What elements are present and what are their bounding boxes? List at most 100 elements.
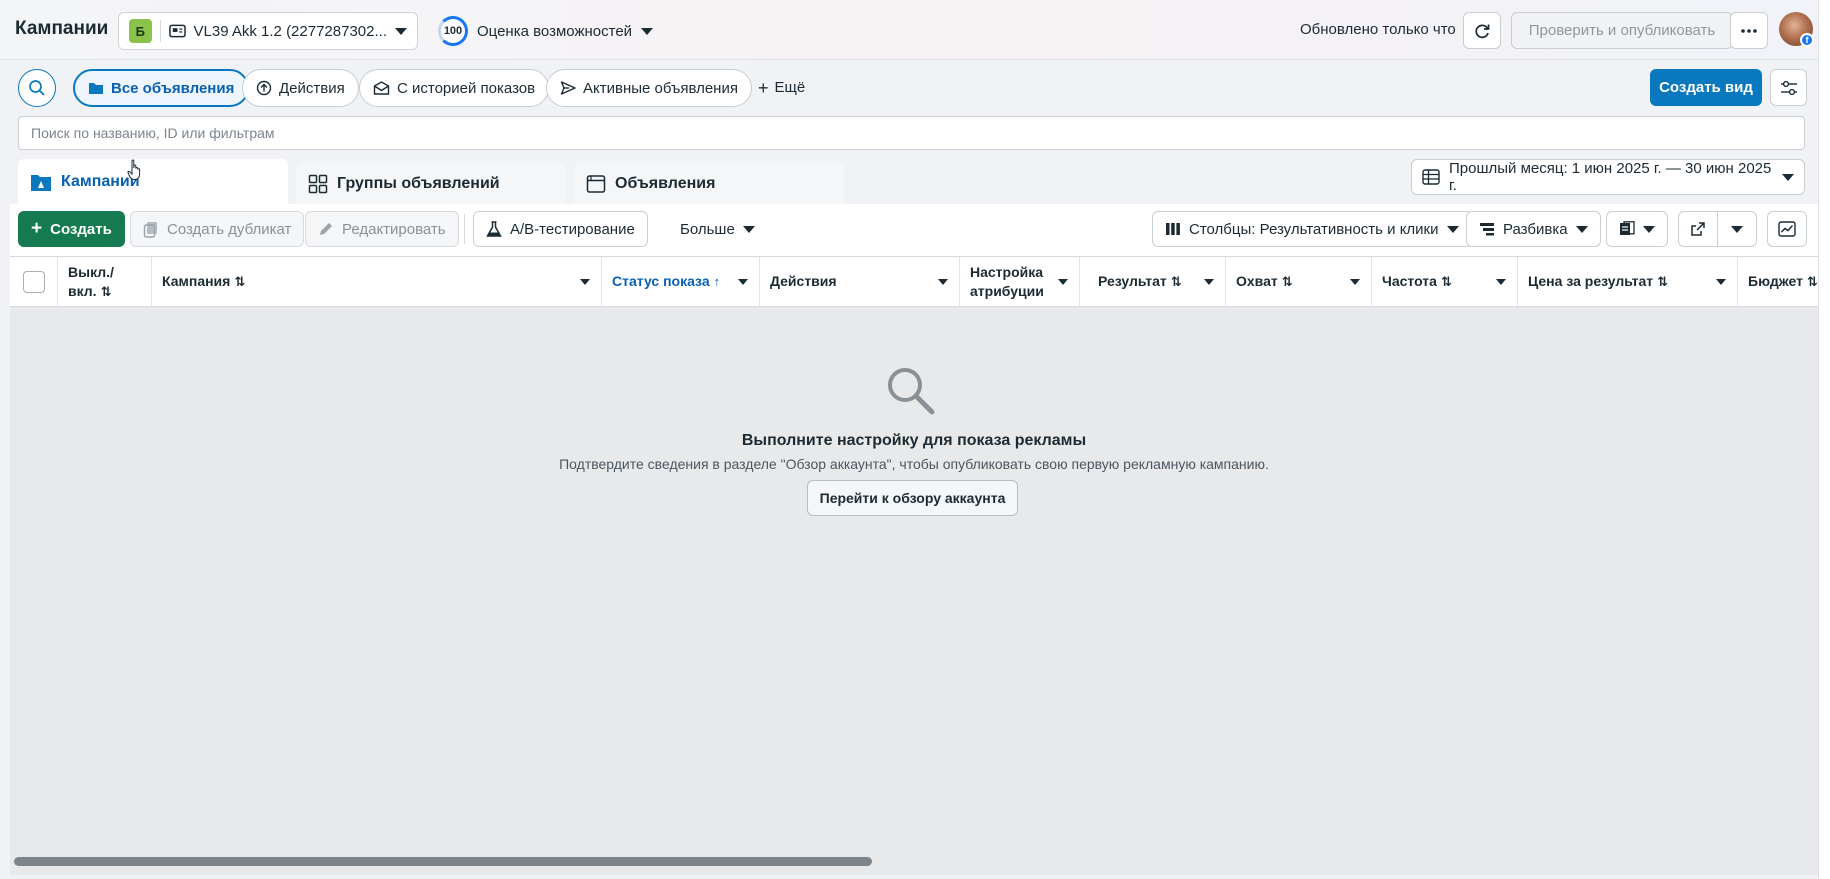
empty-state-title: Выполните настройку для показа рекламы xyxy=(741,432,1087,449)
account-selector[interactable]: Б VL39 Akk 1.2 (2277287302... xyxy=(118,12,418,50)
column-header-attribution[interactable]: Настройка атрибуции xyxy=(960,257,1080,306)
sort-icon: ⇅ xyxy=(1806,274,1818,289)
column-label: Бюджет xyxy=(1748,273,1803,289)
more-actions-button[interactable]: Больше xyxy=(668,211,767,247)
external-link-icon xyxy=(1691,222,1705,236)
column-menu-icon[interactable] xyxy=(738,279,748,285)
column-menu-icon[interactable] xyxy=(1350,279,1360,285)
ad-sets-grid-icon xyxy=(308,174,328,193)
chip-actions[interactable]: Действия xyxy=(242,69,359,107)
export-button[interactable] xyxy=(1678,211,1718,247)
scrollbar-thumb[interactable] xyxy=(14,857,872,866)
review-publish-button[interactable]: Проверить и опубликовать xyxy=(1511,12,1733,49)
create-button[interactable]: + Создать xyxy=(18,211,125,247)
export-options-button[interactable] xyxy=(1717,211,1757,247)
tab-ads[interactable]: Объявления xyxy=(574,163,844,204)
table-header: Выкл./ вкл. ⇅ Кампания ⇅ Статус показа ↑ Де… xyxy=(10,256,1818,307)
chevron-down-icon xyxy=(1446,225,1459,233)
sort-icon: ⇅ xyxy=(1281,274,1293,289)
create-label: Создать xyxy=(50,220,112,238)
column-menu-icon[interactable] xyxy=(580,279,590,285)
updated-status: Обновлено только что xyxy=(1300,21,1456,38)
duplicate-button[interactable]: Создать дубликат xyxy=(130,211,305,247)
chevron-down-icon xyxy=(1643,225,1655,233)
column-label: Охват xyxy=(1236,273,1278,289)
column-menu-icon[interactable] xyxy=(1058,279,1068,285)
column-label: Цена за результат xyxy=(1528,273,1654,289)
sort-icon: ⇅ xyxy=(234,274,246,289)
chip-label: Действия xyxy=(279,79,345,97)
column-label: Статус показа xyxy=(612,273,710,289)
duplicate-icon xyxy=(143,221,157,238)
ab-test-button[interactable]: A/B-тестирование xyxy=(473,211,648,247)
column-menu-icon[interactable] xyxy=(1716,279,1726,285)
column-header-budget[interactable]: Бюджет ⇅ xyxy=(1738,257,1818,306)
reports-button[interactable] xyxy=(1606,211,1668,247)
pencil-icon xyxy=(320,223,332,235)
opportunity-score-button[interactable]: 100 Оценка возможностей xyxy=(438,16,654,46)
column-menu-icon[interactable] xyxy=(1496,279,1506,285)
search-toggle-button[interactable] xyxy=(18,69,56,107)
chip-all-ads[interactable]: Все объявления xyxy=(73,69,250,107)
column-header-cost-per-result[interactable]: Цена за результат ⇅ xyxy=(1518,257,1738,306)
select-all-cell xyxy=(10,257,58,306)
columns-button[interactable]: Столбцы: Результативность и клики xyxy=(1152,211,1472,247)
edit-button[interactable]: Редактировать xyxy=(305,211,459,247)
column-header-result[interactable]: Результат ⇅ xyxy=(1080,257,1226,306)
search-input[interactable] xyxy=(18,116,1805,150)
top-header: Кампании Б VL39 Akk 1.2 (2277287302... 1… xyxy=(0,0,1818,60)
chip-label: С историей показов xyxy=(397,79,536,97)
column-header-campaign[interactable]: Кампания ⇅ xyxy=(152,257,602,306)
ad-account-icon xyxy=(168,24,186,38)
column-header-delivery-status[interactable]: Статус показа ↑ xyxy=(602,257,760,306)
horizontal-scrollbar[interactable] xyxy=(14,855,1814,867)
select-all-checkbox[interactable] xyxy=(22,270,45,293)
empty-state: Выполните настройку для показа рекламы П… xyxy=(10,308,1818,608)
create-view-button[interactable]: Создать вид xyxy=(1650,69,1762,106)
divider xyxy=(159,20,161,42)
chip-active-ads[interactable]: Активные объявления xyxy=(546,69,752,107)
page-vertical-scrollbar[interactable] xyxy=(1818,0,1830,879)
chip-label: Активные объявления xyxy=(583,79,738,97)
column-menu-icon[interactable] xyxy=(938,279,948,285)
account-name: VL39 Akk 1.2 (2277287302... xyxy=(193,22,387,40)
chevron-down-icon xyxy=(742,225,755,233)
arrow-up-circle-icon xyxy=(256,80,272,96)
refresh-button[interactable] xyxy=(1463,12,1501,49)
trend-chart-icon xyxy=(1778,221,1796,237)
chevron-down-icon xyxy=(1782,173,1794,181)
toolbar-divider xyxy=(464,214,465,244)
more-filters-button[interactable]: + Ещё xyxy=(758,79,806,97)
tab-campaigns[interactable]: Кампании xyxy=(18,159,288,204)
chip-delivery-history[interactable]: С историей показов xyxy=(359,69,550,107)
chevron-down-icon xyxy=(1575,225,1588,233)
charts-button[interactable] xyxy=(1767,211,1807,247)
column-label: Действия xyxy=(770,273,837,289)
tab-ad-sets[interactable]: Группы объявлений xyxy=(296,163,566,204)
sort-icon: ⇅ xyxy=(1657,274,1668,289)
column-header-reach[interactable]: Охват ⇅ xyxy=(1226,257,1372,306)
column-menu-icon[interactable] xyxy=(1204,279,1214,285)
view-settings-button[interactable] xyxy=(1770,69,1807,106)
campaigns-panel: + Создать Создать дубликат Редактировать… xyxy=(10,204,1818,875)
sort-icon: ⇅ xyxy=(1440,274,1452,289)
date-range-picker[interactable]: Прошлый месяц: 1 июн 2025 г. — 30 июн 20… xyxy=(1411,159,1805,195)
chip-label: Все объявления xyxy=(111,79,235,97)
tab-label: Группы объявлений xyxy=(337,174,500,192)
breakdown-label: Разбивка xyxy=(1503,220,1568,238)
account-badge: Б xyxy=(129,19,152,43)
table-toolbar: + Создать Создать дубликат Редактировать… xyxy=(10,204,1818,256)
flask-icon xyxy=(486,220,502,237)
account-overview-button[interactable]: Перейти к обзору аккаунта xyxy=(807,480,1018,516)
breakdown-button[interactable]: Разбивка xyxy=(1466,211,1601,247)
reports-icon xyxy=(1620,221,1635,235)
column-header-toggle[interactable]: Выкл./ вкл. ⇅ xyxy=(58,257,152,306)
column-header-actions[interactable]: Действия xyxy=(760,257,960,306)
more-options-button[interactable] xyxy=(1730,12,1768,49)
empty-state-description: Подтвердите сведения в разделе "Обзор ак… xyxy=(559,456,1269,472)
column-label: Результат xyxy=(1098,273,1167,289)
sort-icon: ⇅ xyxy=(1170,274,1182,289)
column-header-frequency[interactable]: Частота ⇅ xyxy=(1372,257,1518,306)
chevron-down-icon xyxy=(1731,225,1743,233)
more-filters-label: Ещё xyxy=(774,79,806,96)
